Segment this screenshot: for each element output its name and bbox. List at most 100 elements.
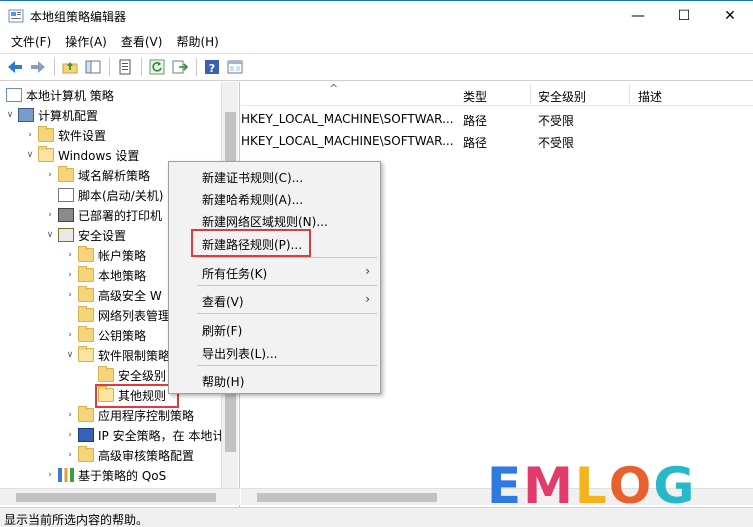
menu-file[interactable]: 文件(F)	[4, 33, 58, 50]
expand-arrow-icon[interactable]: ›	[64, 410, 76, 420]
expand-arrow-icon[interactable]: ›	[64, 430, 76, 440]
tree-item-label: 本地策略	[98, 268, 147, 283]
menu-separator	[197, 285, 377, 286]
column-divider[interactable]	[530, 84, 531, 104]
logo-letter: M	[523, 457, 575, 515]
security-icon	[58, 228, 74, 242]
emlog-watermark-logo: E M L O G	[487, 457, 727, 515]
expand-arrow-icon[interactable]: ›	[44, 170, 56, 180]
console-view-icon[interactable]	[224, 57, 245, 78]
column-header-description[interactable]: 描述	[638, 88, 662, 105]
scrollbar-thumb[interactable]	[257, 493, 437, 502]
cell-type: 路径	[463, 136, 488, 150]
refresh-icon[interactable]	[146, 57, 167, 78]
minimize-button[interactable]: —	[615, 1, 661, 31]
scrollbar-thumb[interactable]	[16, 493, 216, 502]
submenu-arrow-icon: ›	[365, 292, 370, 306]
folder-lock-icon	[78, 246, 94, 262]
forward-icon[interactable]	[27, 57, 48, 78]
export-list-icon[interactable]	[169, 57, 190, 78]
cell-path: HKEY_LOCAL_MACHINE\SOFTWAR...	[241, 134, 454, 148]
column-header-type[interactable]: 类型	[463, 88, 487, 105]
title-bar: 本地组策略编辑器 — ☐ ✕	[0, 0, 753, 30]
menu-view[interactable]: 查看(V)	[114, 33, 170, 50]
expand-arrow-icon[interactable]: ›	[24, 130, 36, 140]
tree-item-windows-settings[interactable]: ∨ Windows 设置	[24, 145, 139, 165]
menu-item-new-network-zone-rule[interactable]: 新建网络区域规则(N)...	[169, 209, 380, 231]
status-text: 显示当前所选内容的帮助。	[4, 513, 149, 527]
menu-item-export-list[interactable]: 导出列表(L)...	[169, 341, 380, 363]
column-header-security-level[interactable]: 安全级别	[538, 88, 586, 105]
tree-item-label: 脚本(启动/关机)	[78, 188, 164, 203]
expand-arrow-icon[interactable]: ›	[64, 330, 76, 340]
tree-item-label: 已部署的打印机	[78, 208, 163, 223]
menu-action[interactable]: 操作(A)	[58, 33, 114, 50]
menu-item-help[interactable]: 帮助(H)	[169, 369, 380, 391]
column-divider[interactable]	[629, 84, 630, 104]
tree-item-local-policies[interactable]: › 本地策略	[64, 265, 146, 285]
tree-item-deployed-printers[interactable]: › 已部署的打印机	[44, 205, 162, 225]
window-title: 本地组策略编辑器	[30, 10, 127, 24]
expand-arrow-icon[interactable]: ›	[64, 250, 76, 260]
menu-bar: 文件(F) 操作(A) 查看(V) 帮助(H)	[0, 30, 753, 52]
close-button[interactable]: ✕	[707, 1, 753, 31]
expand-arrow-icon[interactable]: ›	[64, 290, 76, 300]
properties-icon[interactable]	[114, 57, 135, 78]
ip-security-icon	[78, 428, 94, 442]
collapse-arrow-icon[interactable]: ∨	[44, 230, 56, 240]
tree-item-ip-security[interactable]: › IP 安全策略，在 本地计	[64, 425, 224, 445]
group-policy-app-icon	[8, 9, 24, 23]
menu-separator	[197, 313, 377, 314]
sort-indicator-icon: ^	[329, 82, 339, 95]
tree-item-network-list-manager[interactable]: 网络列表管理	[64, 305, 170, 325]
up-folder-icon[interactable]	[59, 57, 80, 78]
tree-item-software-settings[interactable]: › 软件设置	[24, 125, 106, 145]
menu-item-refresh[interactable]: 刷新(F)	[169, 318, 380, 340]
collapse-arrow-icon[interactable]: ∨	[4, 110, 16, 120]
show-hide-tree-icon[interactable]	[82, 57, 103, 78]
expand-arrow-icon[interactable]: ›	[44, 210, 56, 220]
tree-item-local-computer-policy[interactable]: 本地计算机 策略	[4, 85, 114, 105]
tree-horizontal-scrollbar[interactable]	[0, 488, 240, 505]
tree-item-name-resolution-policy[interactable]: › 域名解析策略	[44, 165, 150, 185]
tree-item-security-levels[interactable]: 安全级别	[84, 365, 166, 385]
tree-item-advanced-firewall[interactable]: › 高级安全 W	[64, 285, 162, 305]
expand-arrow-icon[interactable]: ›	[64, 450, 76, 460]
folder-icon	[78, 326, 94, 342]
logo-letter: L	[574, 457, 609, 515]
tree-item-label: 基于策略的 QoS	[78, 468, 167, 483]
tree-item-security-settings[interactable]: ∨ 安全设置	[44, 225, 126, 245]
menu-item-new-hash-rule[interactable]: 新建哈希规则(A)...	[169, 187, 380, 209]
back-icon[interactable]	[4, 57, 25, 78]
tree-item-policy-qos[interactable]: › 基于策略的 QoS	[44, 465, 166, 485]
tree-item-app-control-policies[interactable]: › 应用程序控制策略	[64, 405, 194, 425]
svg-text:?: ?	[208, 62, 214, 75]
tree-item-public-key-policies[interactable]: › 公钥策略	[64, 325, 146, 345]
collapse-arrow-icon[interactable]: ∨	[64, 350, 76, 360]
tree-item-label: 公钥策略	[98, 328, 147, 343]
tree-item-label: 域名解析策略	[78, 168, 151, 183]
tree-item-software-restriction[interactable]: ∨ 软件限制策略	[64, 345, 170, 365]
submenu-arrow-icon: ›	[365, 264, 370, 278]
tree-item-advanced-audit[interactable]: › 高级审核策略配置	[64, 445, 194, 465]
tree-item-account-policies[interactable]: › 帐户策略	[64, 245, 146, 265]
help-icon[interactable]: ?	[201, 57, 222, 78]
expand-arrow-icon[interactable]: ›	[44, 470, 56, 480]
tree-item-scripts[interactable]: 脚本(启动/关机)	[44, 185, 163, 205]
menu-help[interactable]: 帮助(H)	[169, 33, 225, 50]
menu-item-view[interactable]: 查看(V) ›	[169, 289, 380, 311]
collapse-arrow-icon[interactable]: ∨	[24, 150, 36, 160]
list-row[interactable]: HKEY_LOCAL_MACHINE\SOFTWAR... 路径 不受限	[241, 108, 753, 130]
toolbar-separator	[54, 58, 55, 76]
menu-item-all-tasks[interactable]: 所有任务(K) ›	[169, 261, 380, 283]
list-row[interactable]: HKEY_LOCAL_MACHINE\SOFTWAR... 路径 不受限	[241, 130, 753, 152]
toolbar: ?	[0, 53, 753, 81]
menu-item-new-certificate-rule[interactable]: 新建证书规则(C)...	[169, 165, 380, 187]
expand-arrow-icon[interactable]: ›	[64, 270, 76, 280]
policy-icon	[6, 88, 22, 102]
folder-icon	[98, 366, 114, 382]
menu-separator	[197, 257, 377, 258]
maximize-button[interactable]: ☐	[661, 1, 707, 31]
tree-item-computer-config[interactable]: ∨ 计算机配置	[4, 105, 98, 125]
cell-type: 路径	[463, 114, 488, 128]
